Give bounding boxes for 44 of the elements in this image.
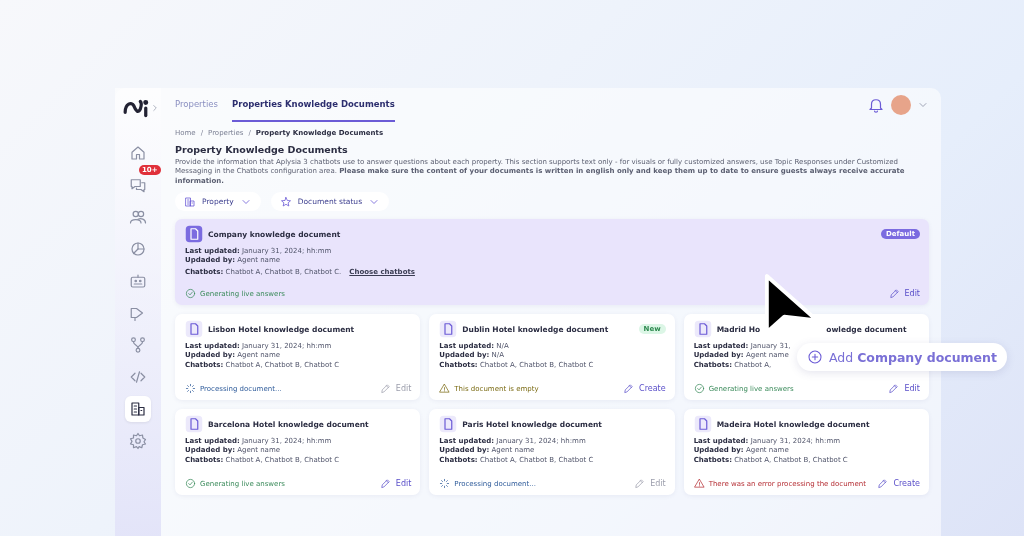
- pencil-icon: [888, 383, 900, 395]
- action-button[interactable]: Edit: [888, 383, 920, 395]
- document-icon: [439, 320, 458, 339]
- action-button[interactable]: Create: [877, 478, 920, 490]
- check-circle-icon: [693, 383, 705, 395]
- spinner-icon: [439, 478, 451, 490]
- document-icon: [185, 415, 203, 434]
- pie-chart-icon: [129, 240, 147, 258]
- pencil-icon: [877, 478, 889, 490]
- pencil-icon: [888, 288, 900, 300]
- document-icon: [693, 320, 712, 339]
- robot-icon: [129, 272, 147, 290]
- home-icon: [129, 144, 147, 162]
- branching-nodes-icon: [129, 336, 147, 354]
- nav-tab[interactable]: Properties Knowledge Documents: [231, 88, 395, 122]
- building-icon: [129, 400, 147, 418]
- action-button[interactable]: Create: [623, 383, 666, 395]
- warning-icon: [693, 478, 705, 490]
- document-icon: [185, 320, 203, 339]
- pencil-icon: [623, 383, 635, 395]
- settings-icon: [129, 432, 147, 450]
- spinner-icon: [185, 383, 196, 395]
- document-icon: [439, 415, 458, 434]
- pencil-icon: [379, 383, 391, 395]
- action-button[interactable]: Edit: [379, 478, 412, 490]
- pencil-icon: [379, 478, 391, 490]
- building-icon: [184, 195, 196, 208]
- add-company-document-button[interactable]: Add Company document: [797, 343, 1007, 371]
- star-icon: [279, 195, 292, 208]
- code-icon: [129, 368, 147, 386]
- warning-icon: [439, 383, 451, 395]
- document-icon: [185, 225, 203, 244]
- check-circle-icon: [185, 478, 196, 490]
- notification-bell-icon: [867, 96, 885, 114]
- people-icon: [129, 208, 147, 226]
- pencil-icon: [634, 478, 646, 490]
- check-circle-icon: [185, 288, 196, 300]
- page-title: Property Knowledge Documents: [175, 144, 349, 155]
- document-icon: [693, 415, 712, 434]
- user-avatar[interactable]: [891, 95, 911, 115]
- action-button[interactable]: Edit: [888, 288, 920, 300]
- chat-bubbles-icon: [129, 176, 147, 194]
- plus-circle-icon: [807, 349, 823, 365]
- sidebar-nav-button[interactable]: [125, 396, 151, 422]
